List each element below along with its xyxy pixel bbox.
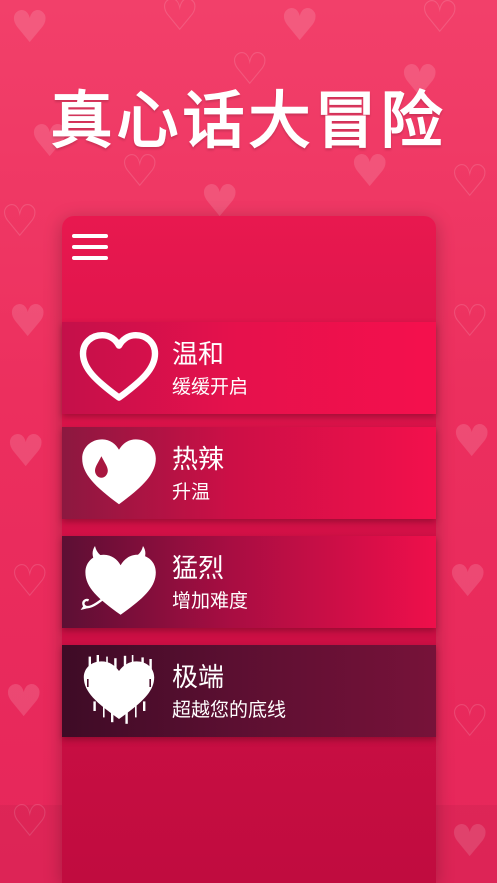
heart-drop-icon [82, 439, 156, 505]
mode-card-hot[interactable]: 热辣 升温 [62, 427, 436, 519]
mode-card-fierce[interactable]: 猛烈 增加难度 [62, 536, 436, 628]
mode-name: 热辣 [172, 445, 225, 475]
app-title: 真心话大冒险 [50, 84, 447, 157]
mode-description: 超越您的底线 [172, 699, 287, 721]
mode-description: 缓缓开启 [172, 376, 249, 398]
mode-card-mild[interactable]: 温和 缓缓开启 [62, 322, 436, 414]
mode-description: 增加难度 [172, 590, 249, 612]
mode-name: 温和 [172, 340, 225, 370]
mode-panel: 温和 缓缓开启 热辣 升温 猛烈 增加难度 极端 超越您的底线 [62, 216, 436, 883]
mode-name: 猛烈 [172, 554, 225, 584]
mode-name: 极端 [172, 663, 225, 693]
heart-outline-icon [79, 332, 159, 401]
broken-edge-heart-icon [83, 655, 155, 724]
mode-description: 升温 [172, 481, 211, 503]
devil-heart-icon [80, 546, 156, 615]
hamburger-menu-icon[interactable] [72, 234, 110, 264]
mode-card-extreme[interactable]: 极端 超越您的底线 [62, 645, 436, 737]
